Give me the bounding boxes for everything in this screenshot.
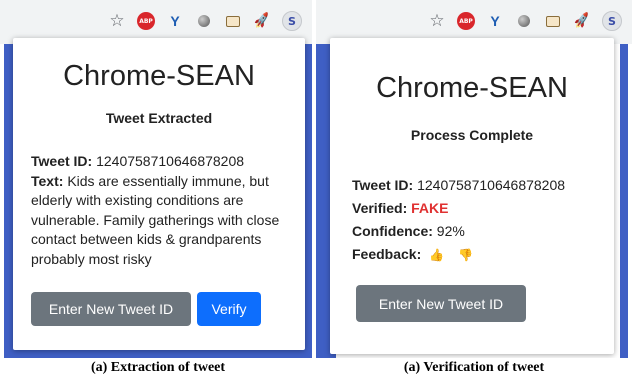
tweet-id-row: Tweet ID: 1240758710646878208 (352, 174, 612, 197)
tweet-text-row: Text: Kids are essentially immune, but e… (31, 172, 291, 270)
caption-extraction: (a) Extraction of tweet (90, 360, 226, 375)
chrome-sean-extension-icon[interactable]: S (282, 11, 302, 31)
extension-popup: Chrome-SEAN Process Complete Tweet ID: 1… (330, 38, 614, 354)
circle-extension-icon[interactable] (195, 12, 213, 30)
confidence-value: 92% (436, 223, 465, 239)
chrome-sean-extension-icon[interactable]: S (602, 11, 622, 31)
tweet-text-value: Kids are essentially immune, but elderly… (31, 172, 280, 267)
status-heading: Process Complete (410, 127, 534, 143)
app-title: Chrome-SEAN (63, 60, 255, 92)
adblock-plus-icon[interactable]: ABP (137, 12, 155, 30)
thumbs-down-icon[interactable]: 👎 (458, 248, 473, 262)
feedback-row: Feedback: 👍 👎 (352, 243, 612, 267)
tweet-id-label: Tweet ID: (352, 177, 414, 193)
tweet-id-value: 1240758710646878208 (96, 153, 245, 169)
confidence-row: Confidence: 92% (352, 220, 612, 243)
tweet-id-row: Tweet ID: 1240758710646878208 (31, 152, 291, 172)
tweet-info: Tweet ID: 1240758710646878208 Text: Kids… (31, 152, 291, 269)
rocket-extension-icon[interactable]: 🚀 (572, 11, 593, 32)
vee-extension-icon[interactable]: Y (486, 12, 504, 30)
verified-row: Verified: FAKE (352, 197, 612, 220)
tweet-text-label: Text: (31, 172, 64, 189)
status-heading: Tweet Extracted (105, 110, 213, 126)
circle-extension-icon[interactable] (515, 12, 533, 30)
bookmark-star-icon[interactable]: ☆ (108, 11, 126, 30)
rocket-extension-icon[interactable]: 🚀 (252, 11, 273, 32)
thumbs-up-icon[interactable]: 👍 (429, 248, 444, 262)
adblock-plus-icon[interactable]: ABP (457, 12, 475, 30)
tweet-id-label: Tweet ID: (31, 153, 93, 169)
extraction-panel: ☆ ABP Y 🚀 S Chrome-SEAN Tweet Extracted … (0, 0, 312, 358)
vee-extension-icon[interactable]: Y (166, 12, 184, 30)
result-info: Tweet ID: 1240758710646878208 Verified: … (352, 174, 612, 267)
caption-verification: (a) Verification of tweet (403, 360, 545, 375)
confidence-label: Confidence: (352, 223, 433, 239)
extension-popup: Chrome-SEAN Tweet Extracted Tweet ID: 12… (13, 38, 305, 350)
enter-new-tweet-id-button[interactable]: Enter New Tweet ID (356, 285, 526, 322)
app-title: Chrome-SEAN (376, 72, 568, 104)
verify-button[interactable]: Verify (197, 292, 261, 326)
feedback-label: Feedback: (352, 246, 422, 262)
card-extension-icon[interactable] (224, 12, 242, 30)
enter-new-tweet-id-button[interactable]: Enter New Tweet ID (31, 292, 191, 326)
tweet-id-value: 1240758710646878208 (417, 177, 566, 193)
card-extension-icon[interactable] (544, 12, 562, 30)
page-background (620, 44, 628, 358)
verified-label: Verified: (352, 200, 408, 216)
verification-panel: ☆ ABP Y 🚀 S Chrome-SEAN Process Complete… (316, 0, 632, 358)
bookmark-star-icon[interactable]: ☆ (428, 11, 446, 30)
verified-value: FAKE (411, 200, 449, 216)
